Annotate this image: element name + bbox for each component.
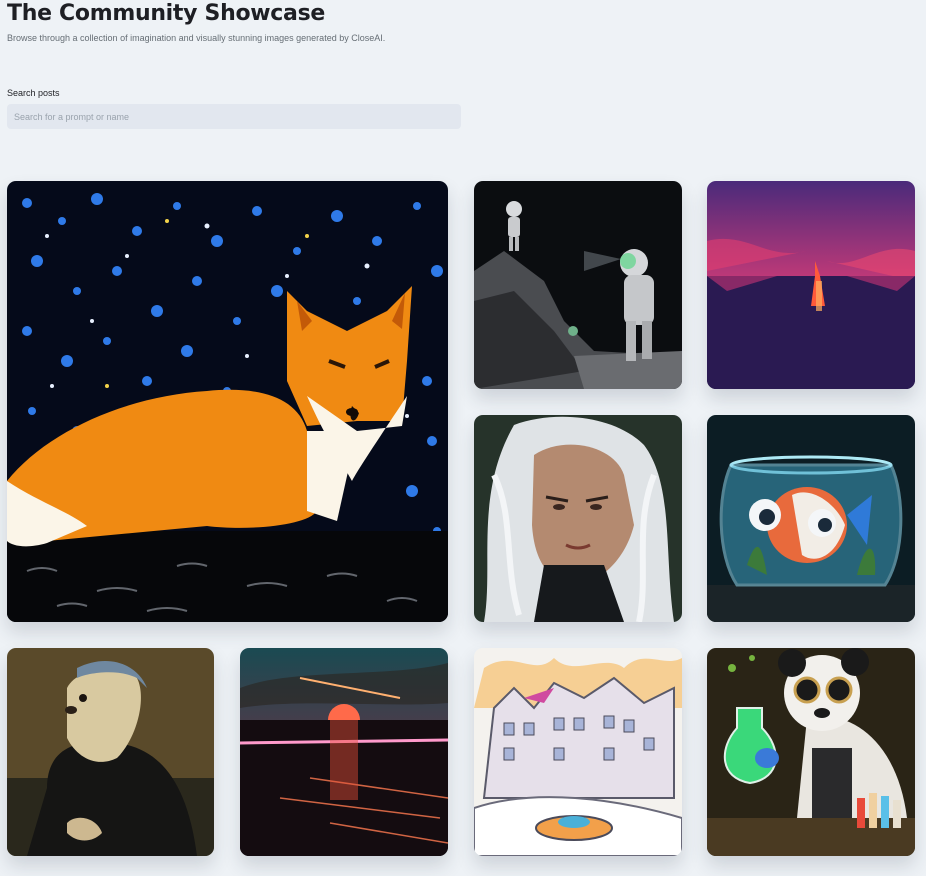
image-card[interactable] — [474, 415, 682, 622]
image-card[interactable] — [474, 181, 682, 389]
sketch-city-image — [474, 648, 682, 856]
neon-sea-image — [240, 648, 448, 856]
sunset-ocean-image — [707, 181, 915, 389]
search-input[interactable] — [7, 104, 461, 129]
search-label: Search posts — [7, 88, 60, 98]
fox-image — [7, 181, 448, 622]
astronaut-image — [474, 181, 682, 389]
fish-bowl-image — [707, 415, 915, 622]
image-card[interactable] — [707, 648, 915, 856]
white-haired-woman-image — [474, 415, 682, 622]
otter-portrait-image — [7, 648, 214, 856]
panda-scientist-image — [707, 648, 915, 856]
image-card[interactable] — [240, 648, 448, 856]
image-card[interactable] — [707, 181, 915, 389]
page-title: The Community Showcase — [7, 1, 325, 26]
page-subtitle: Browse through a collection of imaginati… — [7, 33, 386, 43]
image-card[interactable] — [474, 648, 682, 856]
image-card[interactable] — [7, 648, 214, 856]
image-card[interactable] — [707, 415, 915, 622]
image-card[interactable] — [7, 181, 448, 622]
